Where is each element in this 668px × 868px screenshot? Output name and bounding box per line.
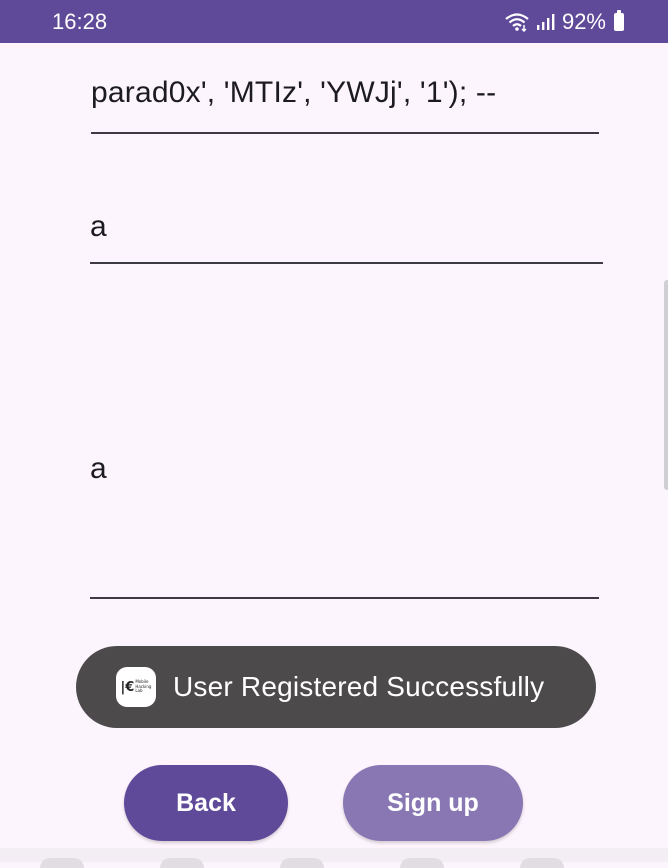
field-2-underline (90, 262, 603, 264)
navigation-bar (0, 848, 668, 868)
nav-item[interactable] (520, 858, 564, 868)
battery-icon (614, 10, 624, 31)
app-logo-icon: |€ Mobile Hacking Lab (116, 667, 156, 707)
field-2-input[interactable]: a (90, 210, 107, 244)
field-1-input[interactable]: parad0x', 'MTIz', 'YWJj', '1'); -- (91, 76, 496, 110)
toast-text: User Registered Successfully (173, 671, 545, 702)
battery-percent: 92% (561, 9, 606, 34)
back-button[interactable]: Back (124, 765, 288, 841)
logo-mark: |€ (120, 679, 135, 695)
field-3-input[interactable]: a (90, 452, 107, 486)
nav-item[interactable] (400, 858, 444, 868)
field-1-underline (91, 132, 599, 134)
sign-up-button[interactable]: Sign up (343, 765, 523, 841)
scrollbar-handle[interactable] (664, 280, 668, 490)
logo-text-line: Lab (135, 688, 143, 694)
nav-item[interactable] (160, 858, 204, 868)
field-3-underline (90, 597, 599, 599)
status-time: 16:28 (52, 9, 108, 34)
status-bar: 16:28 92% (0, 0, 668, 43)
nav-item[interactable] (280, 858, 324, 868)
logo-text: Mobile Hacking Lab (135, 680, 151, 694)
status-icons: 92% (504, 9, 624, 35)
signal-icon (536, 13, 556, 31)
nav-item[interactable] (40, 858, 84, 868)
wifi-icon (504, 12, 530, 32)
toast-message: |€ Mobile Hacking Lab User Registered Su… (76, 646, 596, 728)
